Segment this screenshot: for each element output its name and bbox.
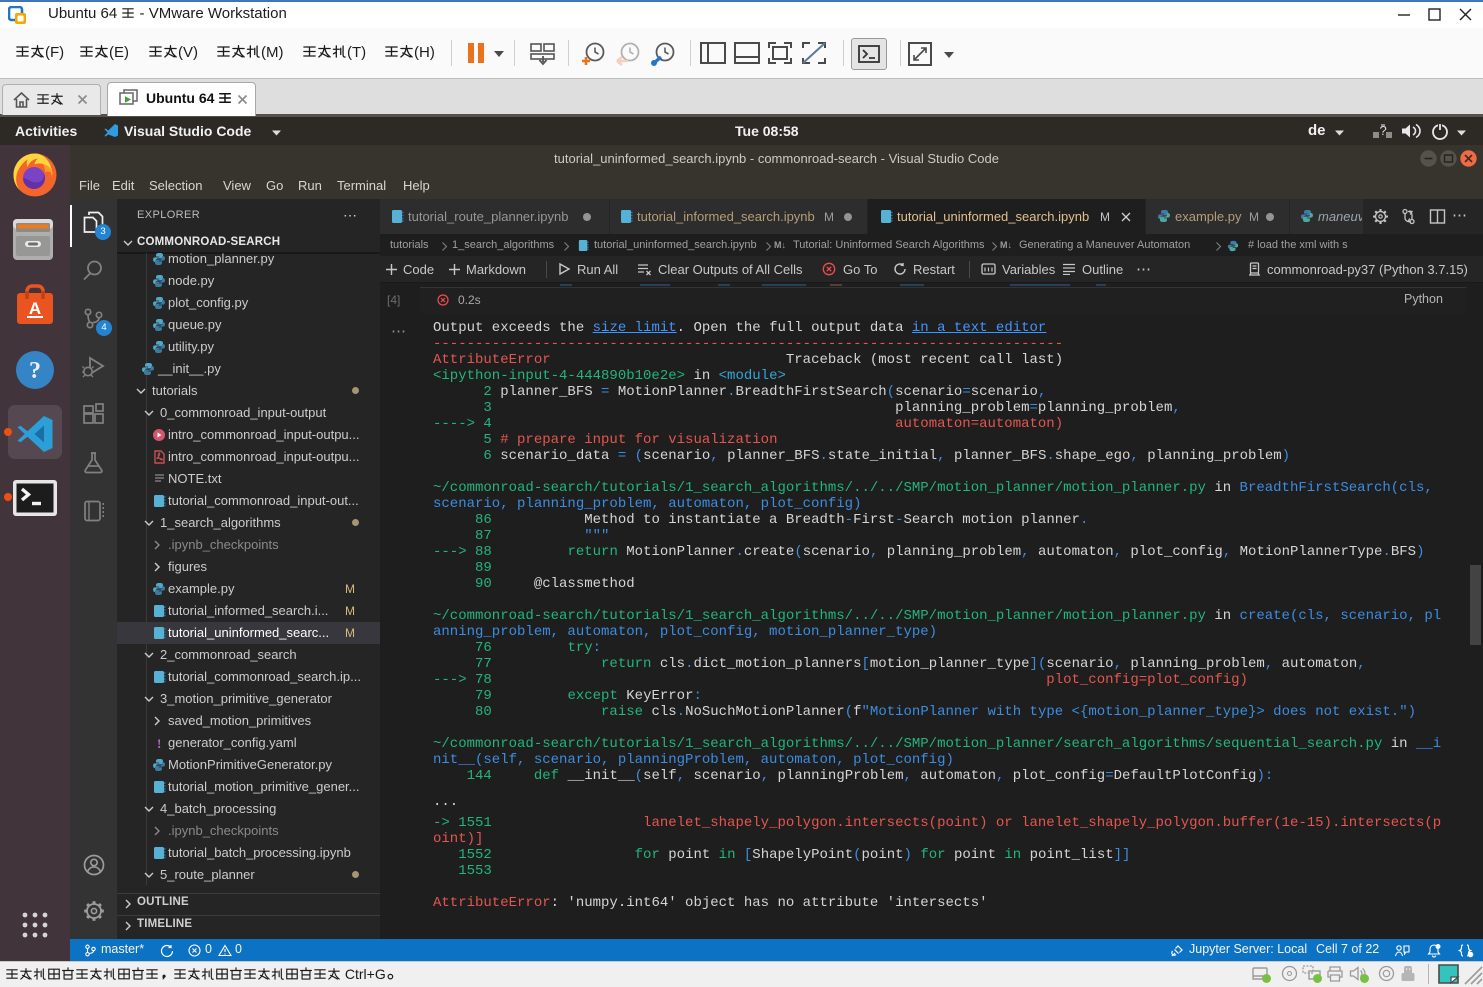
svg-text:?: ? — [29, 358, 41, 384]
svg-text:A: A — [29, 299, 41, 318]
svg-text:!: ! — [157, 736, 161, 750]
